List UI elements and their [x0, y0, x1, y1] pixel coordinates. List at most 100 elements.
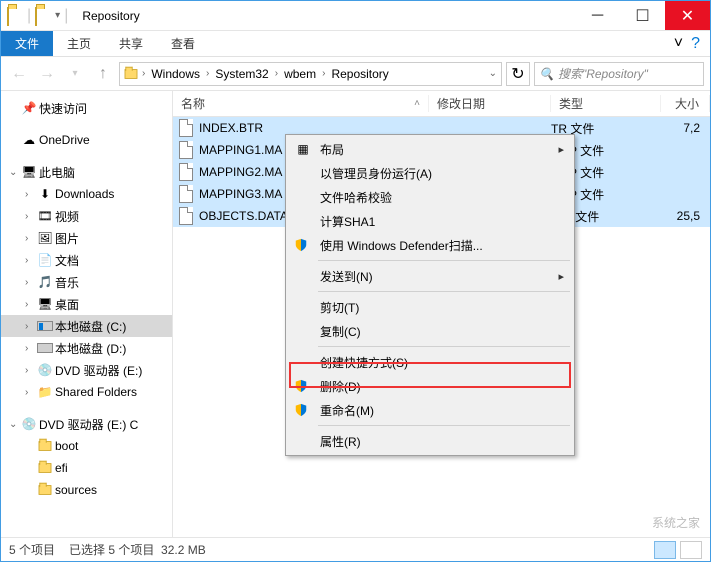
chevron-down-icon[interactable]: ⌄ [9, 419, 19, 430]
chevron-right-icon[interactable]: › [25, 189, 35, 200]
sidebar-item-boot[interactable]: boot [1, 435, 172, 457]
ctx-rename[interactable]: 重命名(M) [288, 398, 572, 422]
ctx-sha1[interactable]: 计算SHA1 [288, 209, 572, 233]
chevron-right-icon[interactable]: › [25, 299, 35, 310]
chevron-right-icon[interactable]: › [204, 68, 211, 79]
back-button[interactable]: ← [7, 62, 31, 86]
watermark: 系统之家 [652, 514, 700, 531]
col-type[interactable]: 类型 [551, 95, 661, 112]
tab-view[interactable]: 查看 [157, 31, 209, 56]
file-icon [179, 185, 193, 203]
col-size[interactable]: 大小 [661, 95, 710, 112]
sidebar-item-disk-d[interactable]: ›本地磁盘 (D:) [1, 337, 172, 359]
folder-icon [37, 482, 53, 498]
chevron-right-icon[interactable]: › [25, 343, 35, 354]
sidebar-item-pictures[interactable]: ›🖼图片 [1, 227, 172, 249]
chevron-down-icon[interactable]: ⌄ [9, 167, 19, 178]
folder-icon [7, 8, 23, 24]
details-view-button[interactable] [654, 541, 676, 559]
status-selected: 已选择 5 个项目 32.2 MB [69, 541, 206, 558]
ctx-properties[interactable]: 属性(R) [288, 429, 572, 453]
breadcrumb-seg[interactable]: Repository [327, 67, 392, 81]
document-icon: 📄 [37, 252, 53, 268]
chevron-right-icon[interactable]: › [25, 233, 35, 244]
shield-icon [294, 379, 308, 393]
sidebar: 📌快速访问 ☁OneDrive ⌄🖥此电脑 ›⬇Downloads ›🎞视频 ›… [1, 91, 173, 537]
minimize-button[interactable]: ─ [575, 1, 620, 30]
breadcrumb[interactable]: › Windows › System32 › wbem › Repository… [119, 62, 502, 86]
sidebar-item-efi[interactable]: efi [1, 457, 172, 479]
chevron-right-icon[interactable]: › [273, 68, 280, 79]
search-icon: 🔍 [539, 67, 554, 81]
thumbnails-view-button[interactable] [680, 541, 702, 559]
chevron-right-icon[interactable]: › [25, 321, 35, 332]
music-icon: 🎵 [37, 274, 53, 290]
ctx-send-to[interactable]: 发送到(N)▸ [288, 264, 572, 288]
search-input[interactable]: 🔍 搜索"Repository" [534, 62, 704, 86]
maximize-button[interactable]: ☐ [620, 1, 665, 30]
separator [318, 260, 570, 261]
sidebar-item-quick-access[interactable]: 📌快速访问 [1, 97, 172, 119]
sidebar-item-documents[interactable]: ›📄文档 [1, 249, 172, 271]
ctx-create-shortcut[interactable]: 创建快捷方式(S) [288, 350, 572, 374]
chevron-right-icon[interactable]: › [140, 68, 147, 79]
breadcrumb-seg[interactable]: System32 [211, 67, 272, 81]
separator [318, 291, 570, 292]
chevron-right-icon[interactable]: › [25, 211, 35, 222]
ctx-hash[interactable]: 文件哈希校验 [288, 185, 572, 209]
ctx-delete[interactable]: 删除(D) [288, 374, 572, 398]
separator [318, 346, 570, 347]
sidebar-item-sources[interactable]: sources [1, 479, 172, 501]
chevron-right-icon[interactable]: › [320, 68, 327, 79]
tab-home[interactable]: 主页 [53, 31, 105, 56]
shield-icon [294, 403, 308, 417]
search-placeholder: 搜索"Repository" [558, 65, 648, 82]
sidebar-item-this-pc[interactable]: ⌄🖥此电脑 [1, 161, 172, 183]
nav-tree: 📌快速访问 ☁OneDrive ⌄🖥此电脑 ›⬇Downloads ›🎞视频 ›… [1, 97, 172, 501]
sidebar-item-shared-folders[interactable]: ›📁Shared Folders [1, 381, 172, 403]
ctx-layout[interactable]: ▦布局▸ [288, 137, 572, 161]
separator [318, 425, 570, 426]
refresh-button[interactable]: ↻ [506, 62, 530, 86]
file-icon [179, 207, 193, 225]
ribbon-expand-icon[interactable]: ˅ ? [664, 31, 710, 56]
pc-icon: 🖥 [21, 164, 37, 180]
sidebar-item-disk-c[interactable]: ›本地磁盘 (C:) [1, 315, 172, 337]
ctx-run-as-admin[interactable]: 以管理员身份运行(A) [288, 161, 572, 185]
file-icon [179, 119, 193, 137]
view-buttons [654, 541, 702, 559]
titlebar: | ▾ | Repository ─ ☐ ✕ [1, 1, 710, 31]
sidebar-item-music[interactable]: ›🎵音乐 [1, 271, 172, 293]
layout-icon: ▦ [294, 140, 312, 158]
sidebar-item-dvd-e2[interactable]: ⌄💿DVD 驱动器 (E:) C [1, 413, 172, 435]
history-dropdown[interactable]: ▾ [63, 62, 87, 86]
col-date[interactable]: 修改日期 [429, 95, 551, 112]
up-button[interactable]: ↑ [91, 62, 115, 86]
sidebar-item-desktop[interactable]: ›🖥桌面 [1, 293, 172, 315]
close-button[interactable]: ✕ [665, 1, 710, 30]
breadcrumb-dropdown-icon[interactable]: ⌄ [487, 68, 499, 79]
qat-dropdown-icon[interactable]: ▾ [55, 10, 60, 21]
sidebar-item-videos[interactable]: ›🎞视频 [1, 205, 172, 227]
chevron-right-icon[interactable]: › [25, 365, 35, 376]
sidebar-item-onedrive[interactable]: ☁OneDrive [1, 129, 172, 151]
chevron-right-icon[interactable]: › [25, 277, 35, 288]
tab-share[interactable]: 共享 [105, 31, 157, 56]
quick-access-toolbar: | ▾ | [1, 7, 74, 25]
forward-button[interactable]: → [35, 62, 59, 86]
column-headers: 名称˄ 修改日期 类型 大小 [173, 91, 710, 117]
ctx-cut[interactable]: 剪切(T) [288, 295, 572, 319]
breadcrumb-seg[interactable]: wbem [280, 67, 320, 81]
sidebar-item-dvd-e[interactable]: ›💿DVD 驱动器 (E:) [1, 359, 172, 381]
sidebar-item-downloads[interactable]: ›⬇Downloads [1, 183, 172, 205]
chevron-right-icon[interactable]: › [25, 387, 35, 398]
col-name[interactable]: 名称˄ [173, 95, 429, 112]
chevron-right-icon[interactable]: › [25, 255, 35, 266]
network-folder-icon: 📁 [37, 384, 53, 400]
tab-file[interactable]: 文件 [1, 31, 53, 56]
sort-asc-icon: ˄ [414, 98, 420, 109]
breadcrumb-seg[interactable]: Windows [147, 67, 204, 81]
qat-separator: | [64, 7, 68, 25]
ctx-defender[interactable]: 使用 Windows Defender扫描... [288, 233, 572, 257]
ctx-copy[interactable]: 复制(C) [288, 319, 572, 343]
